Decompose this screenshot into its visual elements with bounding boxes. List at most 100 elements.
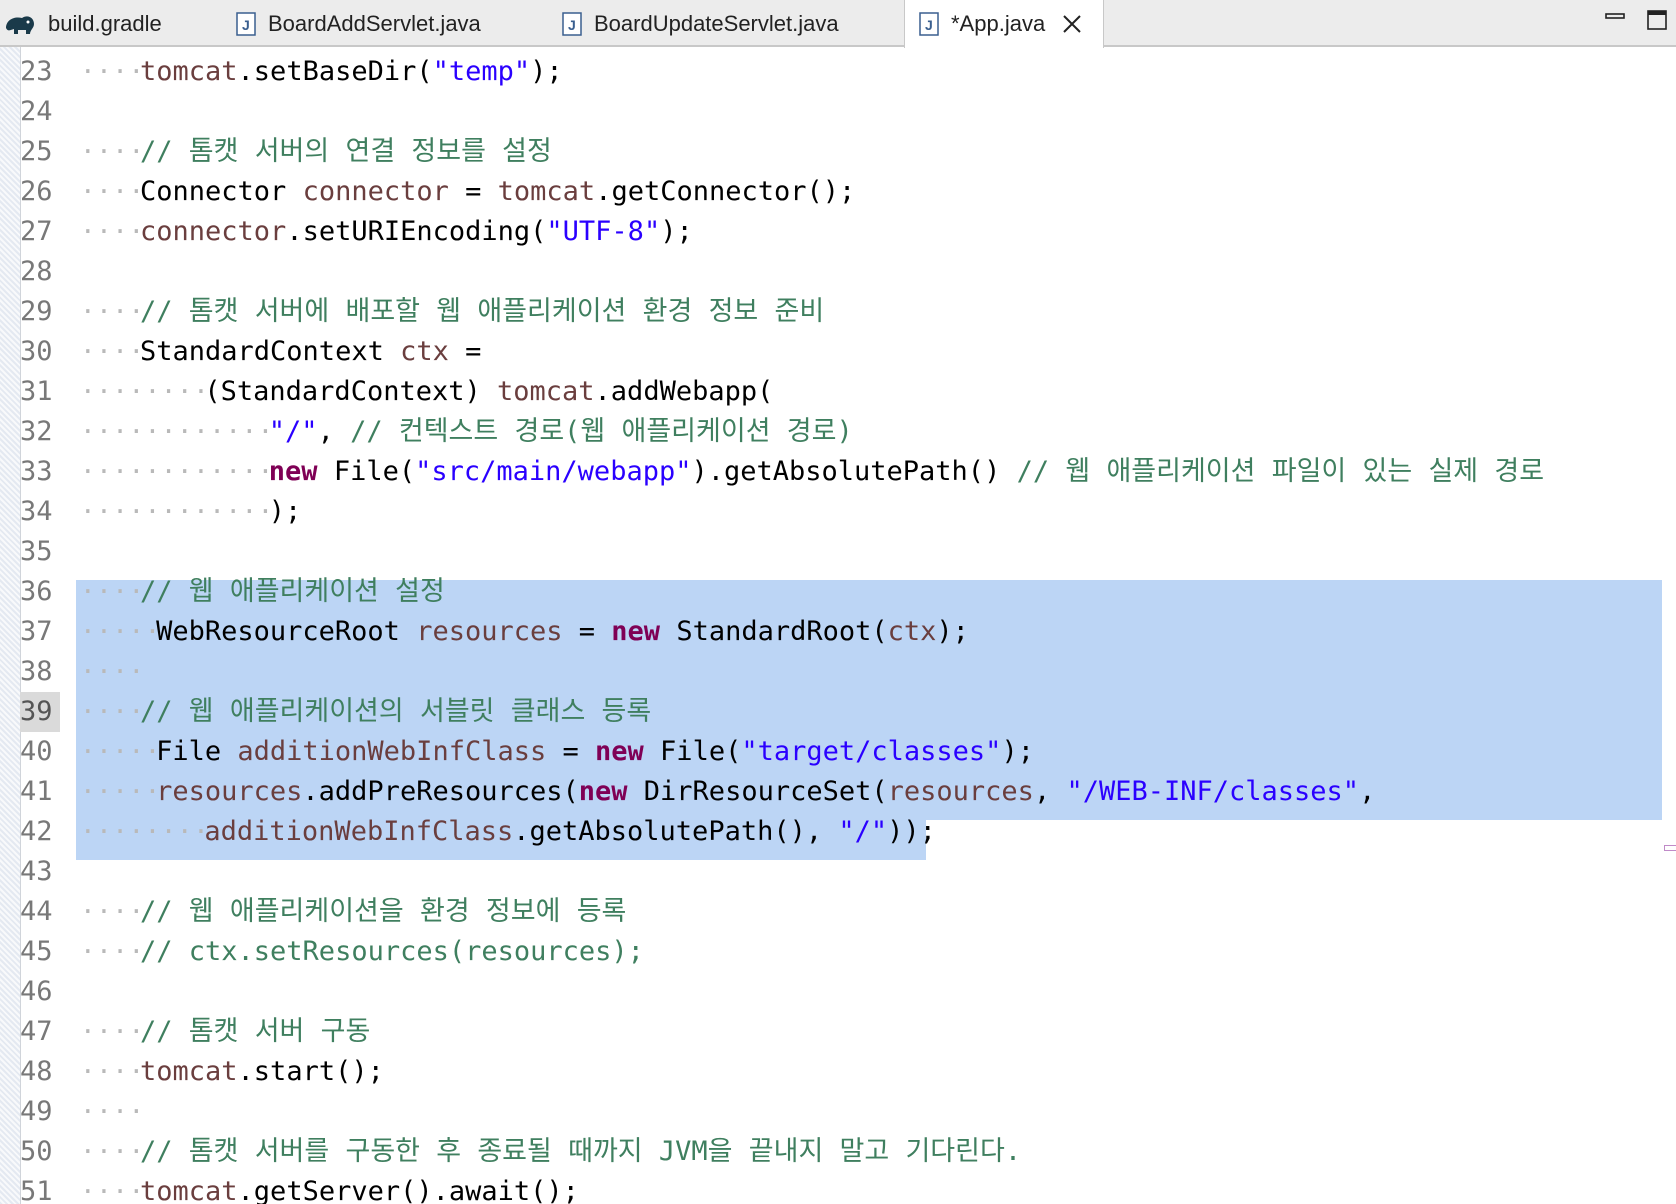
code-token: resources (416, 616, 563, 647)
code-line[interactable]: 27 ···· connector.setURIEncoding("UTF-8"); (0, 212, 1676, 252)
code-token: new (578, 776, 628, 807)
code-text[interactable]: WebResourceRoot resources = new Standard… (156, 612, 969, 652)
whitespace-dots: ········ (80, 377, 210, 407)
code-token: File( (317, 456, 416, 487)
code-line[interactable]: 50 ····// 톰캣 서버를 구동한 후 종료될 때까지 JVM을 끝내지 말… (0, 1132, 1676, 1172)
line-number: 32 (20, 416, 53, 447)
whitespace-dots: ···· (80, 217, 145, 247)
line-number: 23 (20, 56, 53, 87)
code-text[interactable]: // 톰캣 서버 구동 (140, 1012, 370, 1052)
code-token: new (268, 456, 318, 487)
line-number: 30 (20, 336, 53, 367)
code-text[interactable]: connector.setURIEncoding("UTF-8"); (140, 212, 693, 252)
code-line[interactable]: 26 ···· Connector connector = tomcat.getCo… (0, 172, 1676, 212)
code-token: WebResourceRoot (156, 616, 417, 647)
line-number: 49 (20, 1096, 53, 1127)
code-text[interactable]: File additionWebInfClass = new File("tar… (156, 732, 1034, 772)
code-text[interactable]: ); (269, 492, 302, 532)
code-editor[interactable]: 23 ···· tomcat.setBaseDir("temp"); 24 25 ····… (0, 47, 1676, 1204)
code-text[interactable]: // 웹 애플리케이션을 환경 정보에 등록 (140, 892, 626, 932)
code-line[interactable]: 40 ····· File additionWebInfClass = new Fi… (0, 732, 1676, 772)
code-token: = (562, 616, 612, 647)
code-line[interactable]: 31 ········ (StandardContext) tomcat.addWe… (0, 372, 1676, 412)
code-line[interactable]: 42 ········ additionWebInfClass.getAbsolut… (0, 812, 1676, 852)
whitespace-dots: ············ (80, 417, 274, 447)
code-token: .getConnector(); (595, 176, 856, 207)
line-number: 36 (20, 576, 53, 607)
code-text[interactable]: // 톰캣 서버에 배포할 웹 애플리케이션 환경 정보 준비 (140, 292, 824, 332)
code-text[interactable]: "/", // 컨텍스트 경로(웹 애플리케이션 경로) (269, 412, 853, 452)
code-line[interactable]: 47 ····// 톰캣 서버 구동 (0, 1012, 1676, 1052)
code-text[interactable]: // 톰캣 서버를 구동한 후 종료될 때까지 JVM을 끝내지 말고 기다린다… (140, 1132, 1021, 1172)
tab-app-java[interactable]: J *App.java (904, 0, 1104, 48)
tab-build-gradle[interactable]: build.gradle (4, 0, 162, 47)
whitespace-dots: ····· (80, 737, 161, 767)
code-line[interactable]: 23 ···· tomcat.setBaseDir("temp"); (0, 52, 1676, 92)
code-token: "/" (838, 816, 888, 847)
whitespace-dots: ···· (80, 57, 145, 87)
code-text[interactable]: additionWebInfClass.getAbsolutePath(), "… (204, 812, 936, 852)
line-number: 41 (20, 776, 53, 807)
code-line[interactable]: 41 ····· resources.addPreResources(new Dir… (0, 772, 1676, 812)
code-token: "temp" (432, 56, 531, 87)
code-line[interactable]: 45 ····// ctx.setResources(resources); (0, 932, 1676, 972)
code-line[interactable]: 49 ···· (0, 1092, 1676, 1132)
code-line[interactable]: 39 ····// 웹 애플리케이션의 서블릿 클래스 등록 (0, 692, 1676, 732)
code-text[interactable]: tomcat.start(); (140, 1052, 384, 1092)
code-line[interactable]: 28 (0, 252, 1676, 292)
code-line[interactable]: 32 ············ "/", // 컨텍스트 경로(웹 애플리케이션 경… (0, 412, 1676, 452)
code-line[interactable]: 25 ····// 톰캣 서버의 연결 정보를 설정 (0, 132, 1676, 172)
code-token: .getAbsolutePath(), (513, 816, 839, 847)
close-icon[interactable] (1061, 13, 1083, 35)
code-text[interactable]: StandardContext ctx = (140, 332, 481, 372)
line-number: 31 (20, 376, 53, 407)
tab-board-update-servlet[interactable]: J BoardUpdateServlet.java (562, 0, 839, 47)
code-line[interactable]: 43 (0, 852, 1676, 892)
code-token: resources (156, 776, 303, 807)
code-token: // 웹 애플리케이션의 서블릿 클래스 등록 (140, 696, 652, 727)
code-line[interactable]: 51 ···· tomcat.getServer().await(); (0, 1172, 1676, 1204)
tab-label: BoardAddServlet.java (268, 10, 481, 36)
code-text[interactable]: // 톰캣 서버의 연결 정보를 설정 (140, 132, 552, 172)
code-line[interactable]: 46 (0, 972, 1676, 1012)
code-token: "/WEB-INF/classes" (1066, 776, 1360, 807)
code-text[interactable]: new File("src/main/webapp").getAbsoluteP… (269, 452, 1544, 492)
code-token: new (595, 736, 644, 767)
whitespace-dots: ···· (80, 1137, 145, 1167)
code-text[interactable]: Connector connector = tomcat.getConnecto… (140, 172, 855, 212)
whitespace-dots: ···· (80, 1017, 145, 1047)
code-text[interactable]: // 웹 애플리케이션 설정 (140, 572, 445, 612)
code-line[interactable]: 48 ···· tomcat.start(); (0, 1052, 1676, 1092)
code-line[interactable]: 36 ····// 웹 애플리케이션 설정 (0, 572, 1676, 612)
tab-board-add-servlet[interactable]: J BoardAddServlet.java (236, 0, 481, 47)
code-token: StandardRoot( (660, 616, 888, 647)
whitespace-dots: ···· (80, 177, 145, 207)
code-line[interactable]: 38 ···· (0, 652, 1676, 692)
code-line[interactable]: 30 ···· StandardContext ctx = (0, 332, 1676, 372)
code-token: new (611, 616, 661, 647)
code-text[interactable]: resources.addPreResources(new DirResourc… (156, 772, 1375, 812)
code-line[interactable]: 37 ····· WebResourceRoot resources = new S… (0, 612, 1676, 652)
maximize-icon[interactable] (1646, 8, 1670, 36)
overview-marker (1664, 845, 1676, 851)
code-text[interactable]: // ctx.setResources(resources); (140, 932, 644, 972)
code-line[interactable]: 29 ····// 톰캣 서버에 배포할 웹 애플리케이션 환경 정보 준비 (0, 292, 1676, 332)
code-line[interactable]: 35 (0, 532, 1676, 572)
code-line[interactable]: 24 (0, 92, 1676, 132)
code-token: , (1033, 776, 1067, 807)
code-text[interactable]: // 웹 애플리케이션의 서블릿 클래스 등록 (140, 692, 651, 732)
line-number: 33 (20, 456, 53, 487)
code-text[interactable]: (StandardContext) tomcat.addWebapp( (204, 372, 773, 412)
code-text[interactable]: tomcat.getServer().await(); (140, 1172, 579, 1204)
code-line[interactable]: 34 ············); (0, 492, 1676, 532)
line-number: 38 (20, 656, 53, 687)
line-number: 39 (20, 692, 60, 732)
minimize-icon[interactable] (1604, 8, 1628, 36)
whitespace-dots: ···· (80, 1177, 145, 1204)
code-line[interactable]: 33 ············ new File("src/main/webapp"… (0, 452, 1676, 492)
code-token: , (317, 416, 351, 447)
code-line[interactable]: 44 ····// 웹 애플리케이션을 환경 정보에 등록 (0, 892, 1676, 932)
code-token: connector (302, 176, 449, 207)
code-text[interactable]: tomcat.setBaseDir("temp"); (140, 52, 563, 92)
code-token: "/" (268, 416, 318, 447)
